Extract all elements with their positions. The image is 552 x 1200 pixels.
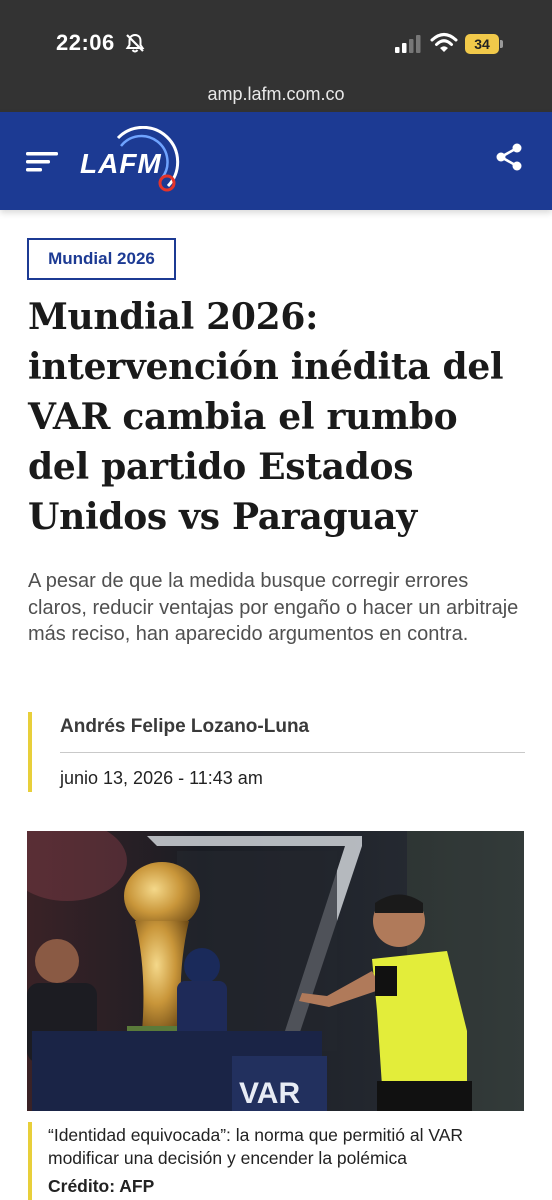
battery-tip bbox=[500, 40, 503, 48]
referee-var-photo: VAR bbox=[27, 831, 524, 1111]
status-bar: 22:06 34 bbox=[0, 0, 552, 80]
battery-indicator: 34 bbox=[465, 34, 503, 54]
hamburger-menu-icon[interactable] bbox=[26, 150, 60, 174]
publish-date: junio 13, 2026 - 11:43 am bbox=[60, 768, 263, 788]
status-time: 22:06 bbox=[56, 30, 115, 55]
share-icon[interactable] bbox=[494, 142, 524, 172]
article-title: Mundial 2026: intervención inédita del V… bbox=[28, 296, 504, 538]
site-header: LAFM bbox=[0, 112, 552, 210]
logo-text: LAFM bbox=[80, 148, 162, 179]
author-name[interactable]: Andrés Felipe Lozano-Luna bbox=[60, 716, 309, 738]
site-logo[interactable]: LAFM bbox=[78, 126, 188, 196]
cellular-signal-icon bbox=[395, 35, 421, 53]
byline-divider bbox=[60, 752, 525, 753]
article-summary: A pesar de que la medida busque corregir… bbox=[28, 570, 519, 645]
byline: Andrés Felipe Lozano-Luna junio 13, 2026… bbox=[28, 712, 525, 792]
image-credit: Crédito: AFP bbox=[48, 1176, 155, 1196]
bell-slash-icon bbox=[125, 33, 145, 53]
battery-level: 34 bbox=[465, 34, 499, 54]
wifi-icon bbox=[430, 33, 458, 52]
image-caption: “Identidad equivocada”: la norma que per… bbox=[28, 1122, 525, 1200]
caption-text: “Identidad equivocada”: la norma que per… bbox=[48, 1125, 464, 1168]
address-bar[interactable]: amp.lafm.com.co bbox=[0, 80, 552, 112]
article-image[interactable]: VAR bbox=[27, 831, 524, 1111]
category-tag[interactable]: Mundial 2026 bbox=[27, 238, 176, 280]
var-sign-text: VAR bbox=[239, 1077, 300, 1110]
